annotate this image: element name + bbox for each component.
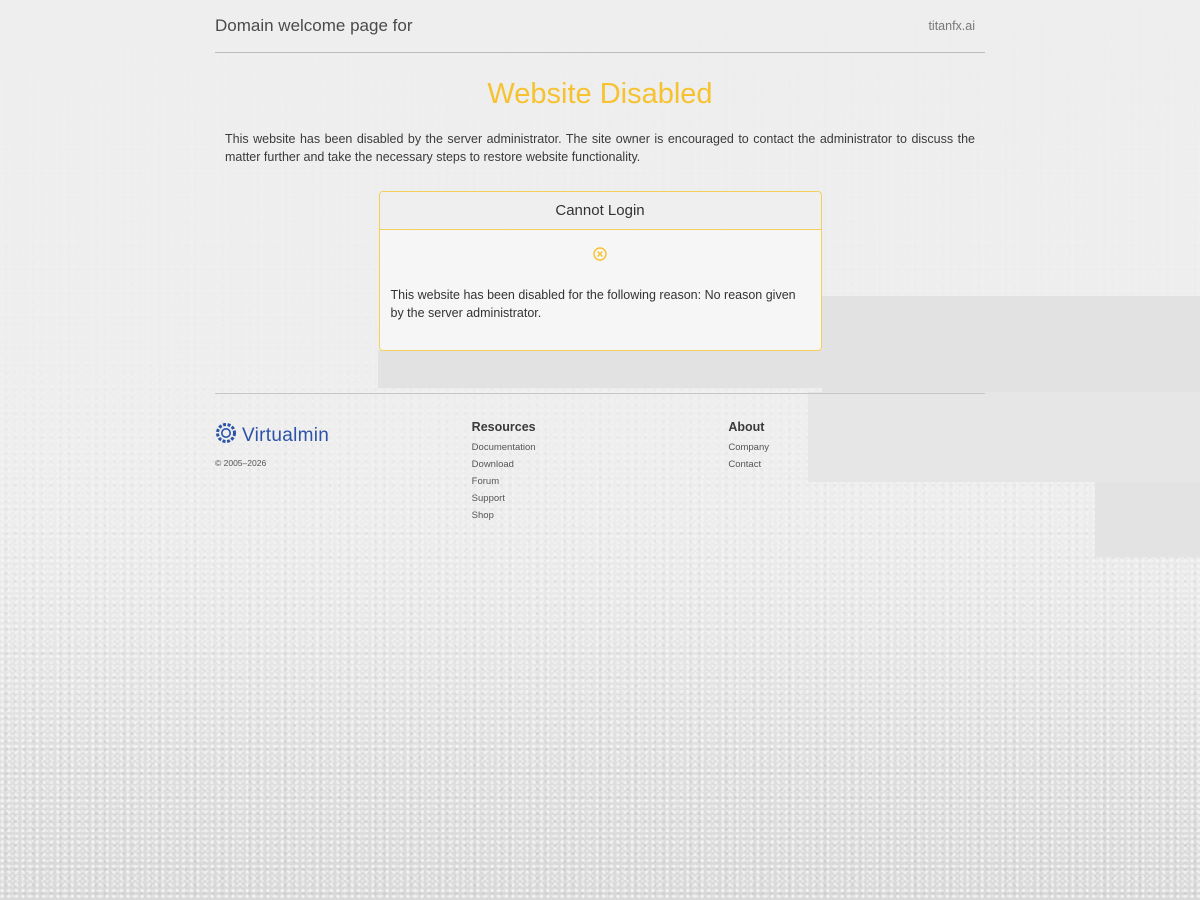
intro-text: This website has been disabled by the se… bbox=[225, 132, 975, 164]
footer-link-documentation[interactable]: Documentation bbox=[472, 439, 729, 456]
footer: Virtualmin © 2005–2026 Resources Documen… bbox=[215, 420, 985, 524]
copyright: © 2005–2026 bbox=[215, 458, 267, 468]
circle-x-icon bbox=[593, 247, 607, 266]
brand-logo[interactable]: Virtualmin bbox=[215, 422, 472, 449]
cannot-login-panel: Cannot Login This website has been disab… bbox=[378, 191, 822, 351]
footer-divider bbox=[215, 393, 985, 394]
page-container: Domain welcome page for titanfx.ai Websi… bbox=[215, 0, 985, 524]
background-block bbox=[1095, 482, 1200, 557]
domain-name: titanfx.ai bbox=[928, 19, 975, 33]
footer-about-column: About Company Contact bbox=[728, 420, 985, 524]
page-title: Domain welcome page for bbox=[215, 16, 413, 35]
footer-link-download[interactable]: Download bbox=[472, 456, 729, 473]
footer-link-forum[interactable]: Forum bbox=[472, 473, 729, 490]
footer-brand-column: Virtualmin © 2005–2026 bbox=[215, 422, 472, 524]
top-bar: Domain welcome page for titanfx.ai bbox=[215, 0, 985, 53]
footer-link-shop[interactable]: Shop bbox=[472, 507, 729, 524]
footer-resources-column: Resources Documentation Download Forum S… bbox=[471, 420, 729, 524]
resources-heading: Resources bbox=[471, 420, 536, 434]
brand-name: Virtualmin bbox=[242, 424, 330, 446]
panel-title: Cannot Login bbox=[379, 192, 821, 230]
footer-link-support[interactable]: Support bbox=[472, 490, 729, 507]
headline: Website Disabled bbox=[487, 78, 713, 110]
about-heading: About bbox=[728, 420, 765, 434]
footer-link-company[interactable]: Company bbox=[728, 439, 985, 456]
virtualmin-logo-icon bbox=[215, 422, 237, 449]
footer-link-contact[interactable]: Contact bbox=[728, 456, 985, 473]
panel-message: This website has been disabled for the f… bbox=[390, 288, 796, 320]
